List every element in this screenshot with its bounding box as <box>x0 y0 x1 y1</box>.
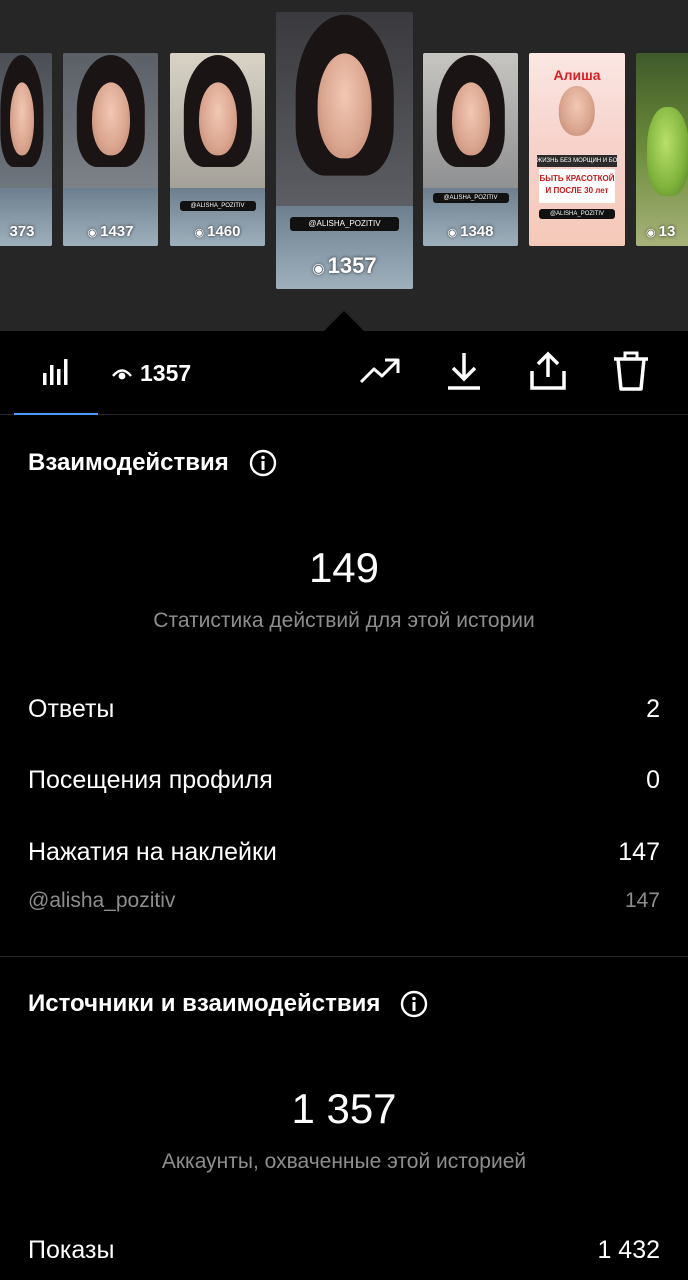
reach-caption: Аккаунты, охваченные этой историей <box>161 1150 527 1173</box>
story-view-count: ◉ 1348 <box>447 223 494 240</box>
story-thumbnail[interactable]: 373 <box>0 53 52 246</box>
metric-subrow-mention: @alisha_pozitiv 147 <box>28 889 660 913</box>
trash-icon <box>612 350 650 397</box>
dragon-toy-image <box>646 107 688 196</box>
metric-value: 2 <box>646 695 660 723</box>
story-carousel[interactable]: 373 ◉ 1437 @ALISHA_POZITIV ◉ 1460 @ALISHA_… <box>0 0 688 331</box>
bar-chart-icon <box>41 356 71 391</box>
active-tab-indicator <box>14 413 98 415</box>
metric-row-sticker-taps: Нажатия на наклейки 147 <box>28 838 660 867</box>
insights-trend-button[interactable] <box>358 351 402 395</box>
story-view-count: ◉ 1437 <box>87 223 134 240</box>
interactions-caption: Статистика действий для этой истории <box>153 609 535 632</box>
download-button[interactable] <box>442 351 486 395</box>
interactions-heading: Взаимодействия <box>28 449 229 476</box>
mention-sticker: @ALISHA_POZITIV <box>289 217 400 231</box>
metric-value: 147 <box>618 838 660 866</box>
viewers-count-value: 1357 <box>140 359 192 386</box>
mention-sticker: @ALISHA_POZITIV <box>179 201 256 211</box>
eye-icon: ◉ <box>87 227 98 239</box>
story-thumbnail[interactable]: Алиша ЖИЗНЬ БЕЗ МОРЩИН И БОТОКСА БЫТЬ КР… <box>529 53 625 246</box>
eye-icon <box>112 360 132 387</box>
story-view-count: ◉ 13 <box>646 223 676 240</box>
metric-value: 1 432 <box>597 1236 660 1264</box>
story-thumbnail[interactable]: @ALISHA_POZITIV ◉ 1460 <box>170 53 265 246</box>
download-icon <box>446 351 482 396</box>
story-view-count: ◉ 1460 <box>194 223 241 240</box>
eye-icon: ◉ <box>646 227 656 239</box>
story-thumbnail[interactable]: @ALISHA_POZITIV ◉ 1348 <box>423 53 518 246</box>
promo-strip: ЖИЗНЬ БЕЗ МОРЩИН И БОТОКСА <box>536 155 618 167</box>
story-view-count: ◉ 1357 <box>312 253 377 278</box>
section-divider <box>0 956 688 957</box>
mention-sticker: @ALISHA_POZITIV <box>432 193 509 203</box>
discovery-heading: Источники и взаимодействия <box>28 990 381 1017</box>
metric-value: 0 <box>646 766 660 794</box>
story-toolbar: 1357 <box>0 331 688 415</box>
promo-box: БЫТЬ КРАСОТКОЙ И ПОСЛЕ 30 лет <box>538 169 616 203</box>
metric-label: Ответы <box>28 695 115 723</box>
story-thumbnail[interactable]: ◉ 1437 <box>63 53 158 246</box>
interactions-total: 149 <box>308 544 380 591</box>
selected-story-pointer <box>324 311 364 331</box>
metric-label: Нажатия на наклейки <box>28 838 277 866</box>
metric-subvalue: 147 <box>624 889 660 912</box>
discovery-section-title: Источники и взаимодействия <box>28 990 428 1018</box>
story-view-count: 373 <box>9 223 35 240</box>
metric-label: Посещения профиля <box>28 766 273 794</box>
metric-label: Показы <box>28 1236 115 1264</box>
metric-sublabel: @alisha_pozitiv <box>28 889 176 912</box>
info-icon[interactable] <box>249 449 277 477</box>
share-icon <box>529 351 567 396</box>
mention-sticker: @ALISHA_POZITIV <box>538 209 616 219</box>
trending-icon <box>359 356 401 391</box>
eye-icon: ◉ <box>194 227 205 239</box>
metric-row-replies: Ответы 2 <box>28 695 660 724</box>
metric-row-profile-visits: Посещения профиля 0 <box>28 766 660 795</box>
interactions-section-title: Взаимодействия <box>28 449 277 477</box>
tab-insights[interactable] <box>14 331 98 415</box>
story-thumbnail-selected[interactable]: @ALISHA_POZITIV ◉ 1357 <box>276 12 413 289</box>
info-icon[interactable] <box>400 990 428 1018</box>
metric-row-impressions: Показы 1 432 <box>28 1236 660 1265</box>
promo-title: Алиша <box>553 67 601 83</box>
delete-button[interactable] <box>609 351 653 395</box>
viewers-count[interactable]: 1357 <box>112 357 191 389</box>
eye-icon: ◉ <box>447 227 458 239</box>
reach-total: 1 357 <box>291 1085 397 1132</box>
story-thumbnail[interactable]: ◉ 13 <box>636 53 688 246</box>
eye-icon: ◉ <box>312 260 325 276</box>
share-button[interactable] <box>526 351 570 395</box>
